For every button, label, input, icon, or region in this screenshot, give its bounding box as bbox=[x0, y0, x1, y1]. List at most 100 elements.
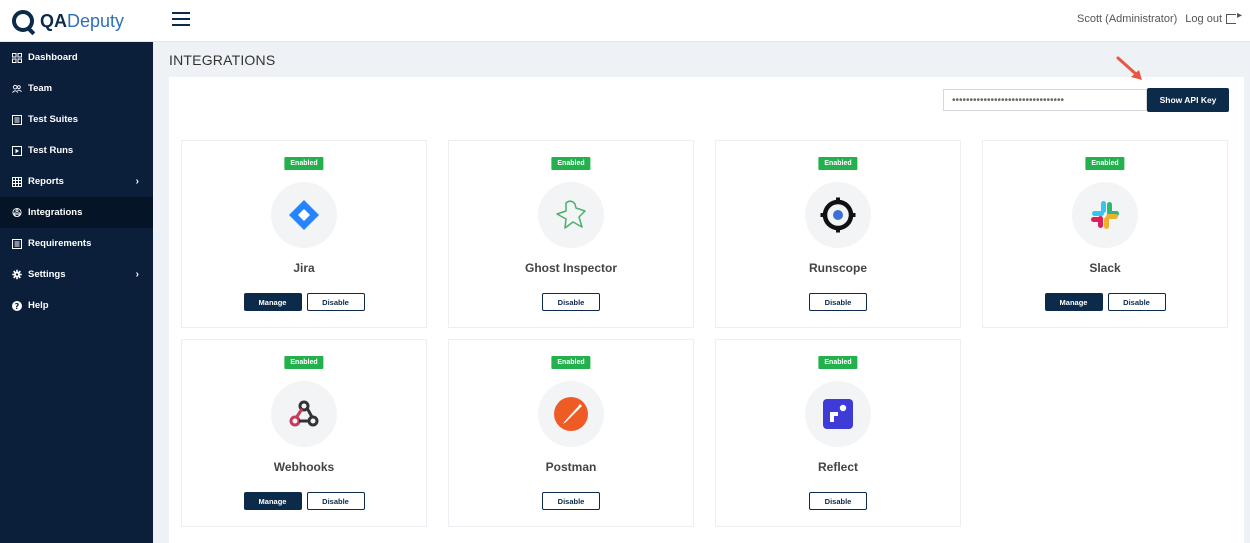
table-icon bbox=[12, 176, 22, 187]
show-api-key-button[interactable]: Show API Key bbox=[1147, 88, 1229, 112]
integration-name: Postman bbox=[545, 460, 597, 474]
help-icon: ? bbox=[12, 300, 22, 311]
api-key-input[interactable] bbox=[943, 89, 1147, 111]
integration-logo bbox=[271, 182, 337, 248]
hamburger-menu-icon[interactable] bbox=[172, 12, 190, 28]
svg-text:?: ? bbox=[15, 302, 20, 311]
list-icon bbox=[12, 238, 22, 249]
sidebar-item-dashboard[interactable]: Dashboard bbox=[0, 42, 153, 73]
integration-name: Jira bbox=[293, 261, 315, 275]
page-title: INTEGRATIONS bbox=[169, 52, 276, 68]
postman-icon bbox=[554, 397, 588, 431]
status-badge: Enabled bbox=[818, 157, 858, 170]
user-area: Scott (Administrator) Log out bbox=[1077, 10, 1242, 25]
disable-button[interactable]: Disable bbox=[306, 293, 365, 311]
integration-logo bbox=[271, 381, 337, 447]
integration-logo bbox=[805, 381, 871, 447]
chevron-right-icon: › bbox=[135, 176, 139, 187]
sidebar-item-label: Dashboard bbox=[28, 52, 78, 63]
jira-icon bbox=[289, 200, 319, 230]
status-badge: Enabled bbox=[1085, 157, 1125, 170]
sidebar-item-integrations[interactable]: Integrations bbox=[0, 197, 153, 228]
sidebar-item-label: Test Runs bbox=[28, 145, 74, 156]
disable-button[interactable]: Disable bbox=[809, 293, 867, 311]
runscope-icon bbox=[820, 197, 856, 233]
main-content: INTEGRATIONS Show API Key Enabled Jira M… bbox=[153, 42, 1250, 543]
sidebar-item-label: Settings bbox=[28, 269, 66, 280]
integration-card-ghost-inspector: Enabled Ghost Inspector Disable bbox=[448, 140, 694, 328]
card-actions: Manage Disable bbox=[182, 293, 426, 311]
logout-icon bbox=[1226, 10, 1242, 24]
sidebar-item-label: Help bbox=[28, 300, 49, 311]
sidebar: Dashboard Team Test Suites Test Runs Rep… bbox=[0, 42, 153, 543]
dashboard-grid-icon bbox=[12, 52, 22, 63]
card-actions: Disable bbox=[449, 293, 693, 311]
team-icon bbox=[12, 84, 22, 94]
disable-button[interactable]: Disable bbox=[809, 492, 867, 510]
integration-logo bbox=[805, 182, 871, 248]
sidebar-item-label: Team bbox=[28, 83, 53, 94]
sidebar-item-test-runs[interactable]: Test Runs bbox=[0, 135, 153, 166]
card-actions: Manage Disable bbox=[182, 492, 426, 510]
gear-icon bbox=[12, 269, 22, 280]
ghost-icon bbox=[556, 200, 586, 229]
sidebar-item-test-suites[interactable]: Test Suites bbox=[0, 104, 153, 135]
integration-name: Runscope bbox=[808, 261, 867, 275]
reflect-icon bbox=[823, 399, 853, 429]
integration-name: Webhooks bbox=[273, 460, 335, 474]
user-name[interactable]: Scott (Administrator) bbox=[1077, 13, 1177, 25]
sidebar-item-label: Test Suites bbox=[28, 114, 78, 125]
integration-name: Ghost Inspector bbox=[524, 261, 617, 275]
sidebar-item-settings[interactable]: Settings › bbox=[0, 259, 153, 290]
list-icon bbox=[12, 114, 22, 125]
brand-name-regular: Deputy bbox=[67, 10, 125, 31]
webhooks-icon bbox=[289, 400, 319, 427]
play-icon bbox=[12, 145, 22, 156]
integration-card-slack: Enabled Slack Manage Disable bbox=[982, 140, 1228, 328]
status-badge: Enabled bbox=[284, 157, 324, 170]
integration-logo bbox=[538, 182, 604, 248]
sidebar-item-team[interactable]: Team bbox=[0, 73, 153, 104]
annotation-arrow-icon bbox=[1116, 56, 1142, 80]
logout-link[interactable]: Log out bbox=[1185, 10, 1242, 25]
disable-button[interactable]: Disable bbox=[1107, 293, 1166, 311]
integration-card-jira: Enabled Jira Manage Disable bbox=[181, 140, 427, 328]
integration-card-postman: Enabled Postman Disable bbox=[448, 339, 694, 527]
sidebar-item-label: Reports bbox=[28, 176, 64, 187]
status-badge: Enabled bbox=[551, 157, 591, 170]
integration-card-reflect: Enabled Reflect Disable bbox=[715, 339, 961, 527]
sidebar-item-reports[interactable]: Reports › bbox=[0, 166, 153, 197]
brand-logo[interactable]: QA Deputy bbox=[0, 0, 153, 42]
manage-button[interactable]: Manage bbox=[1044, 293, 1103, 311]
slack-icon bbox=[1091, 201, 1119, 229]
logout-label: Log out bbox=[1185, 13, 1222, 25]
sidebar-item-help[interactable]: ? Help bbox=[0, 290, 153, 321]
card-actions: Manage Disable bbox=[983, 293, 1227, 311]
chevron-right-icon: › bbox=[135, 269, 139, 280]
integrations-icon bbox=[12, 207, 22, 218]
integration-name: Reflect bbox=[817, 460, 858, 474]
integration-card-webhooks: Enabled Webhooks Manage Disable bbox=[181, 339, 427, 527]
manage-button[interactable]: Manage bbox=[243, 293, 302, 311]
integration-logo bbox=[538, 381, 604, 447]
sidebar-item-label: Integrations bbox=[28, 207, 83, 218]
card-actions: Disable bbox=[449, 492, 693, 510]
status-badge: Enabled bbox=[551, 356, 591, 369]
integration-logo bbox=[1072, 182, 1138, 248]
integration-card-runscope: Enabled Runscope Disable bbox=[715, 140, 961, 328]
disable-button[interactable]: Disable bbox=[542, 492, 600, 510]
disable-button[interactable]: Disable bbox=[306, 492, 365, 510]
integration-name: Slack bbox=[1089, 261, 1121, 275]
disable-button[interactable]: Disable bbox=[542, 293, 600, 311]
card-actions: Disable bbox=[716, 293, 960, 311]
card-actions: Disable bbox=[716, 492, 960, 510]
qadeputy-logo-icon bbox=[12, 10, 34, 32]
status-badge: Enabled bbox=[818, 356, 858, 369]
sidebar-item-requirements[interactable]: Requirements bbox=[0, 228, 153, 259]
integrations-panel: Show API Key Enabled Jira Manage Disable… bbox=[169, 56, 1244, 543]
manage-button[interactable]: Manage bbox=[243, 492, 302, 510]
sidebar-item-label: Requirements bbox=[28, 238, 92, 249]
status-badge: Enabled bbox=[284, 356, 324, 369]
top-bar: QA Deputy Scott (Administrator) Log out bbox=[0, 0, 1250, 42]
brand-name-bold: QA bbox=[40, 10, 67, 31]
